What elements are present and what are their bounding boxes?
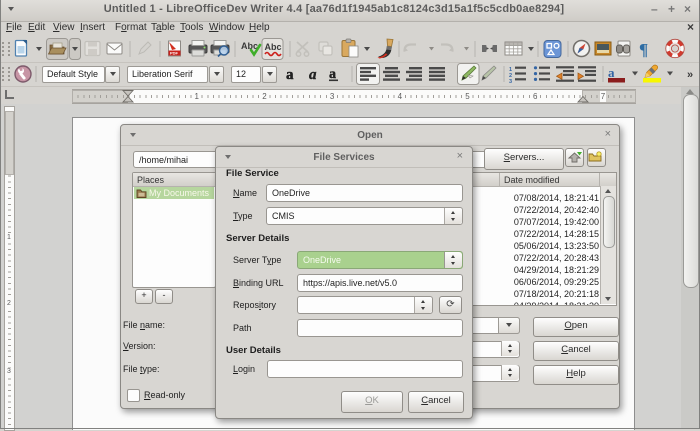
svg-text:a: a [608,65,615,80]
svg-text:PDF: PDF [170,51,179,56]
svg-text:3: 3 [509,79,512,85]
svg-text:Abc: Abc [265,42,282,52]
svg-text:»: » [687,69,693,81]
svg-text:a: a [286,67,294,83]
svg-text:¶: ¶ [639,40,648,59]
svg-text:a: a [309,67,317,83]
svg-text:Abc: Abc [241,41,258,51]
